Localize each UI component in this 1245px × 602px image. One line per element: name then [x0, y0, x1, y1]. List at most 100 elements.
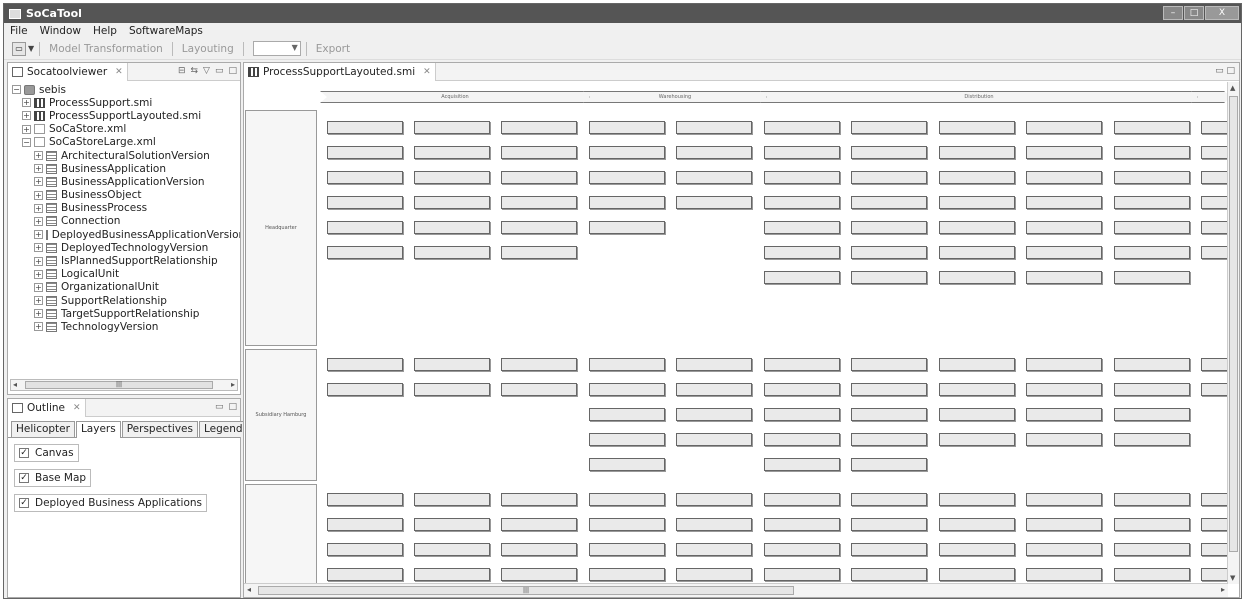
tab-perspectives[interactable]: Perspectives	[121, 421, 198, 437]
business-application-box[interactable]	[414, 221, 490, 234]
business-application-box[interactable]	[851, 518, 927, 531]
business-application-box[interactable]	[589, 458, 665, 471]
business-application-box[interactable]	[1114, 433, 1190, 446]
business-application-box[interactable]	[764, 196, 840, 209]
business-application-box[interactable]	[1114, 196, 1190, 209]
business-application-box[interactable]	[1114, 246, 1190, 259]
expand-icon[interactable]: +	[34, 309, 43, 319]
horizontal-scrollbar[interactable]: ◂ ||| ▸	[10, 379, 238, 391]
dropdown-arrow-icon[interactable]: ▼	[28, 44, 34, 53]
business-application-box[interactable]	[501, 568, 577, 581]
layouting-button[interactable]: Layouting	[178, 43, 238, 55]
menu-softwaremaps[interactable]: SoftwareMaps	[123, 25, 209, 37]
expand-icon[interactable]: +	[34, 269, 43, 279]
process-acquisition[interactable]: Acquisition	[320, 91, 590, 103]
business-application-box[interactable]	[589, 543, 665, 556]
business-application-box[interactable]	[589, 568, 665, 581]
collapse-icon[interactable]: −	[22, 137, 31, 147]
business-application-box[interactable]	[414, 196, 490, 209]
expand-icon[interactable]: +	[34, 296, 43, 306]
business-application-box[interactable]	[414, 493, 490, 506]
scroll-right-icon[interactable]: ▸	[231, 380, 235, 389]
view-menu-icon[interactable]: ▽	[203, 66, 210, 76]
expand-icon[interactable]: +	[34, 256, 43, 266]
business-application-box[interactable]	[589, 358, 665, 371]
business-application-box[interactable]	[1201, 171, 1228, 184]
expand-icon[interactable]: +	[34, 203, 43, 213]
business-application-box[interactable]	[327, 568, 403, 581]
business-application-box[interactable]	[764, 458, 840, 471]
business-application-box[interactable]	[589, 196, 665, 209]
scroll-left-icon[interactable]: ◂	[13, 380, 17, 389]
new-icon[interactable]: ▭	[12, 41, 26, 56]
close-tab-icon[interactable]: ✕	[73, 403, 81, 413]
business-application-box[interactable]	[1114, 543, 1190, 556]
business-application-box[interactable]	[1026, 221, 1102, 234]
business-application-box[interactable]	[327, 383, 403, 396]
business-application-box[interactable]	[1026, 358, 1102, 371]
business-application-box[interactable]	[501, 246, 577, 259]
minimize-view-icon[interactable]: ▭	[215, 402, 224, 412]
business-application-box[interactable]	[851, 171, 927, 184]
business-application-box[interactable]	[851, 458, 927, 471]
vertical-scrollbar[interactable]: ▲ ▼	[1227, 82, 1239, 584]
tree-item[interactable]: + BusinessApplication	[10, 162, 240, 175]
business-application-box[interactable]	[1114, 568, 1190, 581]
business-application-box[interactable]	[851, 358, 927, 371]
business-application-box[interactable]	[1201, 493, 1228, 506]
business-application-box[interactable]	[1026, 433, 1102, 446]
business-application-box[interactable]	[501, 543, 577, 556]
business-application-box[interactable]	[501, 518, 577, 531]
business-application-box[interactable]	[589, 518, 665, 531]
business-application-box[interactable]	[939, 358, 1015, 371]
collapse-all-icon[interactable]: ⊟	[178, 66, 186, 76]
business-application-box[interactable]	[1201, 121, 1228, 134]
business-application-box[interactable]	[589, 383, 665, 396]
process-distribution[interactable]: Distribution	[760, 91, 1198, 103]
business-application-box[interactable]	[676, 171, 752, 184]
close-button[interactable]: X	[1205, 6, 1239, 20]
link-editor-icon[interactable]: ⇆	[191, 66, 199, 76]
model-transformation-button[interactable]: Model Transformation	[45, 43, 167, 55]
business-application-box[interactable]	[676, 493, 752, 506]
export-button[interactable]: Export	[312, 43, 354, 55]
business-application-box[interactable]	[501, 221, 577, 234]
business-application-box[interactable]	[764, 121, 840, 134]
expand-icon[interactable]: +	[34, 216, 43, 226]
business-application-box[interactable]	[501, 196, 577, 209]
business-application-box[interactable]	[851, 271, 927, 284]
business-application-box[interactable]	[414, 543, 490, 556]
business-application-box[interactable]	[939, 408, 1015, 421]
business-application-box[interactable]	[327, 196, 403, 209]
business-application-box[interactable]	[676, 383, 752, 396]
tree-item[interactable]: − sebis	[10, 83, 240, 96]
checkbox-checked-icon[interactable]: ✓	[19, 448, 29, 458]
checkbox-checked-icon[interactable]: ✓	[19, 473, 29, 483]
business-application-box[interactable]	[501, 121, 577, 134]
business-application-box[interactable]	[764, 493, 840, 506]
business-application-box[interactable]	[939, 568, 1015, 581]
tree-item[interactable]: + BusinessApplicationVersion	[10, 175, 240, 188]
business-application-box[interactable]	[676, 543, 752, 556]
business-application-box[interactable]	[1201, 146, 1228, 159]
scroll-up-icon[interactable]: ▲	[1230, 84, 1235, 92]
business-application-box[interactable]	[676, 358, 752, 371]
business-application-box[interactable]	[676, 518, 752, 531]
business-application-box[interactable]	[764, 358, 840, 371]
business-application-box[interactable]	[851, 121, 927, 134]
layer-deployed-business-applications[interactable]: ✓ Deployed Business Applications	[14, 494, 208, 512]
menu-file[interactable]: File	[4, 25, 34, 37]
business-application-box[interactable]	[1114, 518, 1190, 531]
business-application-box[interactable]	[764, 383, 840, 396]
scroll-down-icon[interactable]: ▼	[1230, 574, 1235, 582]
business-application-box[interactable]	[501, 358, 577, 371]
org-unit[interactable]	[245, 484, 317, 584]
business-application-box[interactable]	[939, 518, 1015, 531]
minimize-editor-icon[interactable]: ▭ □	[1215, 66, 1235, 76]
scroll-right-icon[interactable]: ▸	[1221, 585, 1225, 594]
business-application-box[interactable]	[327, 518, 403, 531]
tree-item[interactable]: + LogicalUnit	[10, 268, 240, 281]
business-application-box[interactable]	[327, 146, 403, 159]
business-application-box[interactable]	[1026, 146, 1102, 159]
business-application-box[interactable]	[851, 493, 927, 506]
